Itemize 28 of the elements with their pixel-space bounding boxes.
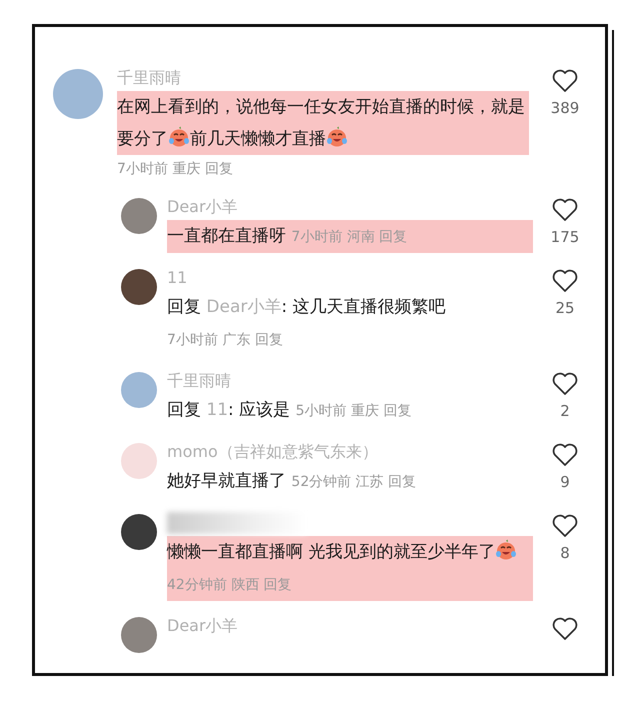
laughing-face-icon: [495, 539, 518, 561]
like-count: 389: [550, 99, 580, 117]
heart-icon[interactable]: [552, 443, 578, 467]
user-name[interactable]: 千里雨晴: [167, 368, 533, 394]
like-count: 2: [560, 402, 570, 420]
comment-text: 懒懒一直都直播啊 光我见到的就至少半年了 42分钟前 陕西 回复: [167, 536, 533, 601]
comment-meta: 7小时前 重庆 回复: [117, 161, 233, 177]
heart-icon[interactable]: [552, 617, 578, 641]
comment-text: 在网上看到的，说他每一任女友开始直播的时候，就是要分了 前几天懒懒才直播: [117, 91, 529, 155]
comment-text: 一直都在直播呀 7小时前 河南 回复: [167, 220, 533, 253]
heart-icon[interactable]: [552, 198, 578, 222]
heart-icon[interactable]: [552, 372, 578, 396]
user-name[interactable]: 千里雨晴: [117, 65, 529, 91]
laughing-face-icon: [326, 126, 348, 148]
user-name[interactable]: Dear小羊: [167, 194, 533, 220]
user-name[interactable]: momo（吉祥如意紫气东来）: [167, 439, 533, 465]
heart-icon[interactable]: [552, 514, 578, 538]
like-count: 25: [555, 299, 575, 317]
heart-icon[interactable]: [552, 69, 578, 93]
user-name[interactable]: Dear小羊: [167, 613, 533, 639]
like-count: 8: [560, 544, 570, 562]
laughing-face-icon: [168, 126, 190, 148]
heart-icon[interactable]: [552, 269, 578, 293]
like-count: 9: [560, 473, 570, 491]
like-count: 175: [550, 228, 580, 246]
user-avatar[interactable]: [121, 514, 157, 550]
user-name[interactable]: 11: [167, 265, 533, 291]
user-avatar[interactable]: [121, 269, 157, 305]
